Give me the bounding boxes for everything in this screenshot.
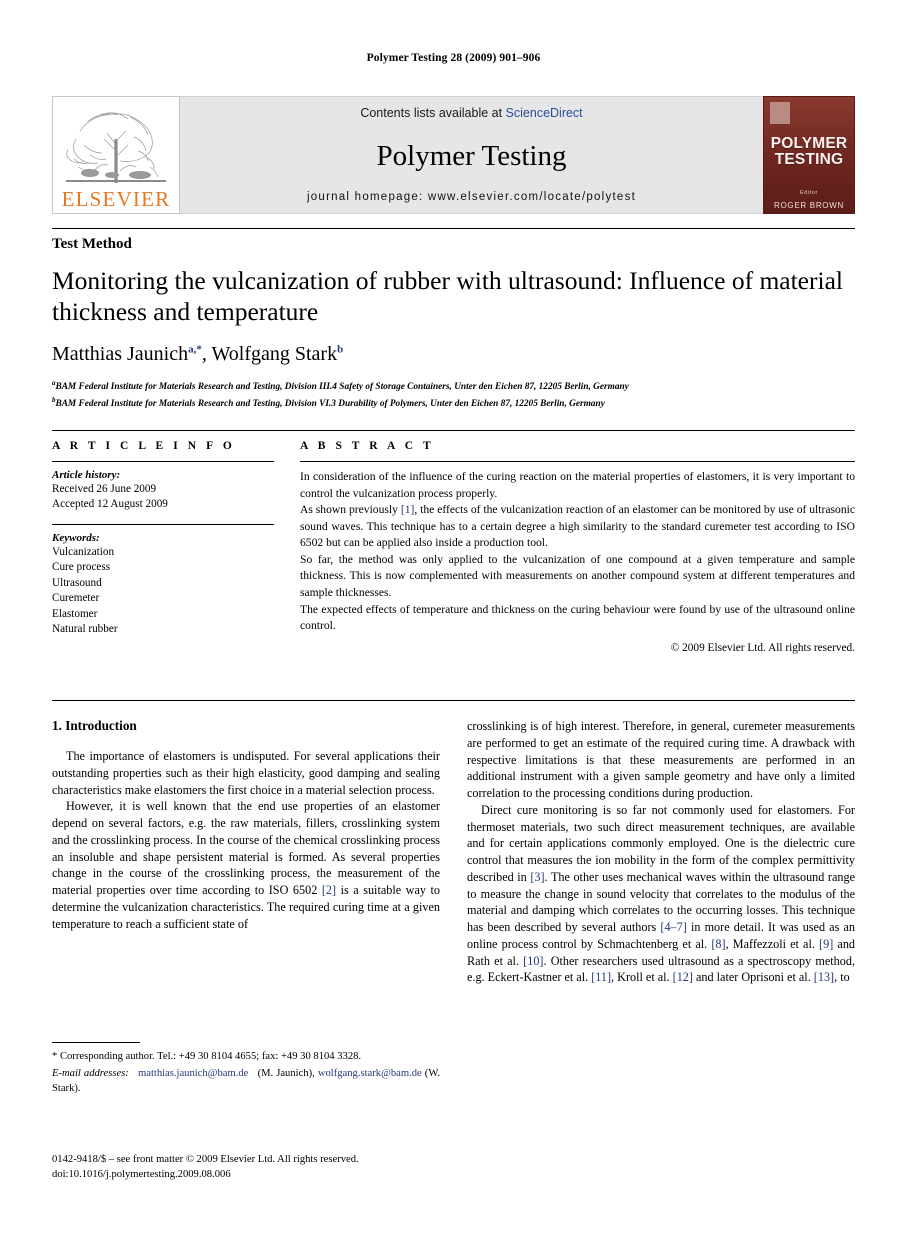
author-list: Matthias Jaunicha,*, Wolfgang Starkb [52, 343, 855, 366]
contents-prefix: Contents lists available at [360, 106, 506, 120]
journal-cover-thumbnail: POLYMER TESTING Editor ROGER BROWN [763, 96, 855, 214]
body-column-right: crosslinking is of high interest. Theref… [467, 718, 855, 986]
article-accepted-date: Accepted 12 August 2009 [52, 498, 168, 511]
list-item: Ultrasound [52, 576, 102, 589]
intro-p3-part-h: and later Oprisoni et al. [692, 970, 814, 985]
author-2-affiliation-marker[interactable]: b [337, 344, 343, 356]
abstract-paragraph-3: So far, the method was only applied to t… [300, 552, 855, 600]
affiliation-b: bBAM Federal Institute for Materials Res… [52, 395, 855, 412]
list-item: Elastomer [52, 607, 98, 620]
body-column-left: 1. Introduction The importance of elasto… [52, 718, 440, 986]
intro-p3-part-d: , Maffezzoli et al. [725, 936, 820, 951]
body-divider [52, 700, 855, 701]
author-1-affiliation-marker[interactable]: a,* [188, 344, 202, 356]
title-divider [52, 228, 855, 229]
cover-title-line2: TESTING [774, 150, 844, 168]
article-page: Polymer Testing 28 (2009) 901–906 ELSEVI… [0, 0, 907, 1238]
footnote-rule [52, 1042, 140, 1043]
abstract-heading: A B S T R A C T [300, 440, 435, 452]
cover-editor-label: Editor [800, 189, 818, 196]
journal-title: Polymer Testing [376, 140, 567, 172]
citation-ref-11[interactable]: [11] [591, 970, 611, 984]
intro-paragraph-2-continued: crosslinking is of high interest. Theref… [467, 719, 855, 801]
list-item: Vulcanization [52, 545, 115, 558]
abstract-paragraph-1: In consideration of the influence of the… [300, 470, 855, 500]
list-item: Cure process [52, 561, 111, 574]
affiliation-a: aBAM Federal Institute for Materials Res… [52, 378, 855, 395]
email-label: E-mail addresses: [52, 1067, 129, 1079]
abstract-copyright: © 2009 Elsevier Ltd. All rights reserved… [670, 641, 855, 654]
intro-paragraph-3: Direct cure monitoring is so far not com… [467, 802, 855, 986]
citation-ref-10[interactable]: [10] [523, 954, 543, 968]
info-abstract-region: A R T I C L E I N F O Article history: R… [52, 440, 855, 654]
citation-ref-2[interactable]: [2] [322, 883, 336, 897]
abstract-column: A B S T R A C T In consideration of the … [300, 440, 855, 654]
citation-ref-8[interactable]: [8] [711, 937, 725, 951]
email-link-jaunich[interactable]: matthias.jaunich@bam.de [138, 1068, 248, 1079]
affiliation-a-text: BAM Federal Institute for Materials Rese… [55, 382, 629, 393]
list-item: Natural rubber [52, 623, 118, 636]
body-region: 1. Introduction The importance of elasto… [52, 718, 855, 986]
citation-ref-3[interactable]: [3] [530, 870, 544, 884]
email-addresses-note: E-mail addresses: matthias.jaunich@bam.d… [52, 1067, 440, 1097]
cover-title: POLYMER TESTING [771, 136, 848, 168]
abstract-paragraph-4: The expected effects of temperature and … [300, 602, 855, 633]
cover-title-line1: POLYMER [770, 135, 848, 152]
footnote-block: * Corresponding author. Tel.: +49 30 810… [52, 1042, 440, 1096]
intro-p3-part-i: , to [834, 970, 850, 985]
contents-lists-line: Contents lists available at ScienceDirec… [360, 106, 582, 120]
corresponding-author-note: * Corresponding author. Tel.: +49 30 810… [52, 1051, 362, 1062]
article-info-rule [52, 461, 274, 462]
author-1-name: Matthias Jaunich [52, 343, 189, 366]
page-title: Monitoring the vulcanization of rubber w… [52, 266, 843, 327]
affiliation-b-text: BAM Federal Institute for Materials Rese… [55, 398, 605, 409]
intro-paragraph-2: However, it is well known that the end u… [52, 798, 440, 932]
abstract-p2-part-a: As shown previously [300, 503, 401, 517]
masthead-center: Contents lists available at ScienceDirec… [180, 96, 763, 214]
article-info-column: A R T I C L E I N F O Article history: R… [52, 440, 274, 654]
keywords-label: Keywords: [52, 531, 100, 544]
email-link-stark[interactable]: wolfgang.stark@bam.de [318, 1068, 422, 1079]
keywords-rule [52, 523, 274, 525]
author-2-name: Wolfgang Stark [211, 343, 338, 366]
doi-line[interactable]: doi:10.1016/j.polymertesting.2009.08.006 [52, 1167, 452, 1182]
intro-p3-part-g: , Kroll et al. [611, 970, 673, 985]
imprint-block: 0142-9418/$ – see front matter © 2009 El… [52, 1152, 452, 1182]
article-section-kind: Test Method [52, 236, 132, 252]
citation-ref-12[interactable]: [12] [673, 970, 693, 984]
elsevier-logo: ELSEVIER [52, 96, 180, 214]
article-history-label: Article history: [52, 469, 121, 481]
citation-ref-9[interactable]: [9] [819, 937, 833, 951]
section-heading-introduction: 1. Introduction [52, 718, 137, 733]
intro-paragraph-1: The importance of elastomers is undisput… [52, 749, 440, 797]
abstract-rule [300, 461, 855, 462]
issn-copyright-line: 0142-9418/$ – see front matter © 2009 El… [52, 1154, 359, 1165]
sciencedirect-link[interactable]: ScienceDirect [506, 106, 583, 120]
running-head: Polymer Testing 28 (2009) 901–906 [366, 52, 541, 64]
info-divider [52, 430, 855, 431]
list-item: Curemeter [52, 592, 100, 605]
article-received-date: Received 26 June 2009 [52, 483, 157, 495]
email-owner-jaunich: (M. Jaunich), [257, 1067, 315, 1079]
cover-editor-name: ROGER BROWN [774, 200, 844, 210]
title-block: Test Method Monitoring the vulcanization… [52, 236, 855, 411]
journal-homepage-link[interactable]: journal homepage: www.elsevier.com/locat… [307, 191, 636, 203]
elsevier-wordmark: ELSEVIER [61, 187, 171, 211]
cover-elsevier-mini-icon [770, 102, 790, 124]
citation-ref-4-7[interactable]: [4–7] [660, 920, 686, 934]
keywords-list: Vulcanization Cure process Ultrasound Cu… [52, 545, 274, 638]
citation-ref-13[interactable]: [13] [814, 970, 834, 984]
article-info-heading: A R T I C L E I N F O [52, 440, 236, 452]
journal-masthead: ELSEVIER Contents lists available at Sci… [52, 96, 855, 214]
citation-ref-1[interactable]: [1] [401, 503, 415, 516]
abstract-paragraph-2: As shown previously [1], the effects of … [300, 502, 855, 552]
elsevier-tree-icon [66, 112, 166, 183]
